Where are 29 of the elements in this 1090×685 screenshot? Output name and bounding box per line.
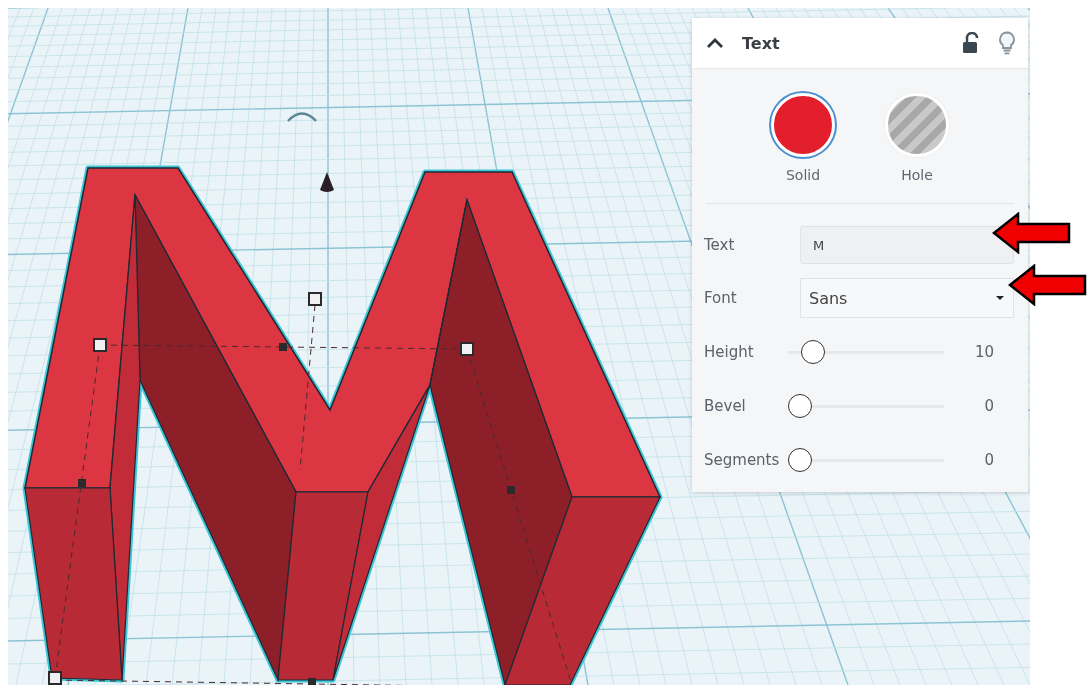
resize-handle-icon[interactable]: [308, 292, 322, 306]
edge-handle-icon[interactable]: [507, 486, 515, 494]
edge-handle-icon[interactable]: [308, 678, 316, 685]
resize-handle-icon[interactable]: [460, 342, 474, 356]
slider-value: 10: [973, 343, 995, 361]
text-input-field[interactable]: M: [800, 226, 1014, 264]
edge-handle-icon[interactable]: [279, 343, 287, 351]
field-label: Text: [704, 236, 736, 254]
lightbulb-icon[interactable]: [998, 31, 1016, 55]
slider-value: 0: [983, 451, 995, 469]
letter-m-drawing[interactable]: [22, 165, 663, 685]
slider-thumb[interactable]: [801, 340, 826, 364]
slider-label: Segments: [704, 451, 781, 469]
edge-handle-icon[interactable]: [78, 479, 86, 487]
slider-value: 0: [983, 397, 995, 415]
collapse-icon[interactable]: [706, 37, 724, 49]
rotate-icon[interactable]: [287, 112, 317, 122]
slider-thumb[interactable]: [788, 448, 812, 472]
field-label: Font: [704, 289, 738, 307]
slider-thumb[interactable]: [788, 394, 812, 418]
caret-icon: [995, 295, 1005, 301]
slider-label: Bevel: [704, 397, 747, 415]
cone-handle-icon[interactable]: [320, 172, 334, 192]
font-dropdown[interactable]: Sans: [800, 278, 1014, 318]
panel-title: Text: [742, 33, 781, 53]
unlock-icon[interactable]: [962, 32, 980, 54]
resize-handle-icon[interactable]: [48, 671, 62, 685]
resize-handle-icon[interactable]: [93, 338, 107, 352]
slider-label: Height: [704, 343, 755, 361]
